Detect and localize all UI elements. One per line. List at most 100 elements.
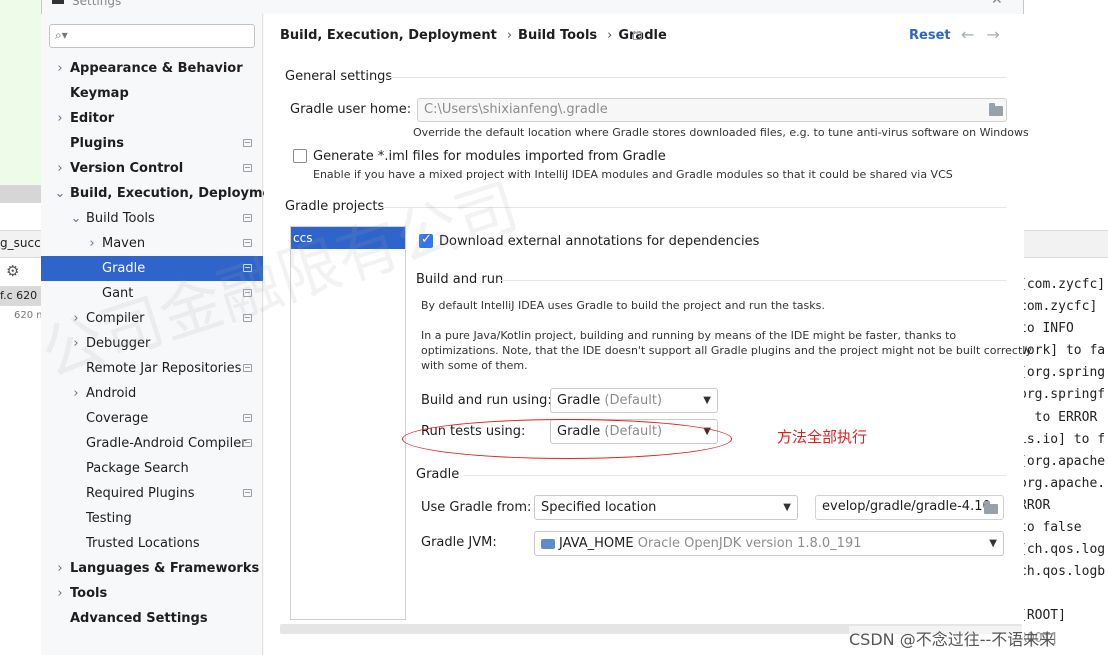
console-line: [org.spring [1024,365,1106,381]
console-line: RROR [1024,497,1051,513]
chevron-right-icon[interactable]: › [70,331,82,356]
sidebar-item-label: Maven [102,236,146,251]
sidebar-item-label: Build Tools [86,211,155,226]
sidebar-item[interactable]: Coverage [41,406,263,431]
close-icon[interactable]: ✕ [991,0,1003,8]
sidebar-item[interactable]: › Editor [41,106,263,131]
gradle-user-home-field[interactable]: C:\Users\shixianfeng\.gradle [417,98,1007,122]
folder-icon[interactable] [989,103,1003,116]
project-scope-icon [243,264,252,272]
console-line: to false [1024,520,1082,536]
build-using-value: Gradle [557,393,601,408]
chevron-right-icon[interactable]: › [70,306,82,331]
project-scope-icon [243,314,252,322]
chevron-right-icon[interactable]: › [54,156,66,181]
sidebar-item-label: Trusted Locations [86,536,200,551]
sidebar-item[interactable]: Testing [41,506,263,531]
sidebar-item-label: Remote Jar Repositories [86,361,242,376]
project-scope-icon [243,164,252,172]
project-scope-icon [243,489,252,497]
build-using-select[interactable]: Gradle (Default) ▼ [550,388,718,413]
gradle-user-home-hint: Override the default location where Grad… [413,126,1029,139]
use-gradle-from-value: Specified location [541,500,657,515]
sidebar-item[interactable]: Keymap [41,81,263,106]
generate-iml-checkbox[interactable] [293,149,307,163]
sidebar-item[interactable]: › Debugger [41,331,263,356]
gradle-section-title: Gradle [416,467,460,482]
sidebar-item[interactable]: › Maven [41,231,263,256]
sidebar-item[interactable]: › Android [41,381,263,406]
chevron-right-icon[interactable]: › [54,556,66,581]
sidebar-item[interactable]: Package Search [41,456,263,481]
project-scope-icon [243,214,252,222]
sidebar-item[interactable]: Remote Jar Repositories [41,356,263,381]
download-annotations-checkbox[interactable] [419,232,433,248]
breadcrumb: Build, Execution, Deployment › Build Tools… [280,28,671,43]
project-scope-icon [243,414,252,422]
search-input[interactable]: ⌕▾ [49,24,255,48]
breadcrumb-separator: › [607,28,613,43]
settings-content: Build, Execution, Deployment › Build Tools… [264,14,1032,655]
chevron-right-icon[interactable]: › [86,231,98,256]
chevron-right-icon[interactable]: › [54,581,66,606]
sidebar-item-label: Coverage [86,411,149,426]
sidebar-item[interactable]: Gradle-Android Compiler [41,431,263,456]
sidebar-item[interactable]: Advanced Settings [41,606,263,631]
chevron-right-icon[interactable]: › [54,56,66,81]
gear-icon[interactable]: ⚙ [6,262,19,280]
console-line: [org.apache [1024,453,1106,469]
console-line: [com.zycfc] [1024,277,1106,292]
folder-icon[interactable] [984,501,998,514]
console-output: [com.zycfc] com.zycfc] to INFO work] to fa… [1024,274,1105,650]
sidebar-item[interactable]: Plugins [41,131,263,156]
sidebar-item[interactable]: Gradle [41,256,263,281]
project-scope-icon [633,32,642,40]
jdk-icon [541,538,555,549]
sidebar-item-label: Gradle [102,261,146,276]
sidebar-item-label: Android [86,386,137,401]
background-ide-right: [com.zycfc] com.zycfc] to INFO work] to fa… [1024,0,1108,655]
chevron-down-icon[interactable]: ⌄ [70,206,82,231]
console-line: ] to ERROR [1024,409,1098,425]
download-annotations-label[interactable]: Download external annotations for depend… [439,234,759,249]
chevron-down-icon[interactable]: ⌄ [54,181,66,206]
back-arrow-icon[interactable]: ← [961,25,986,44]
editor-highlight [0,185,41,203]
generate-iml-label[interactable]: Generate *.iml files for modules importe… [313,149,666,164]
gradle-location-field[interactable]: evelop/gradle/gradle-4.10 [815,495,1004,520]
sidebar-item[interactable]: ⌄ Build, Execution, Deployment [41,181,287,206]
run-tab-label[interactable]: g_succ [0,236,41,250]
sidebar-item[interactable]: Required Plugins [41,481,263,506]
sidebar-item[interactable]: ⌄ Build Tools [41,206,263,231]
sidebar-item[interactable]: › Languages & Frameworks [41,556,263,581]
gradle-jvm-select[interactable]: JAVA_HOME Oracle OpenJDK version 1.8.0_1… [534,531,1004,556]
sidebar-item[interactable]: Trusted Locations [41,531,263,556]
sidebar-item-label: Tools [70,586,108,601]
sidebar-item-label: Languages & Frameworks [70,561,260,576]
chevron-down-icon: ▼ [989,538,997,549]
sidebar-item[interactable]: Gant [41,281,263,306]
use-gradle-from-select[interactable]: Specified location ▼ [534,495,798,520]
run-row-sub: 620 m [14,310,41,321]
sidebar-item[interactable]: › Appearance & Behavior [41,56,263,81]
window-title: Settings [72,0,122,8]
sidebar-item-label: Keymap [70,86,129,101]
sidebar-item-label: Build, Execution, Deployment [70,186,287,201]
gradle-projects-list: ccs [290,226,406,620]
build-run-text: In a pure Java/Kotlin project, building … [421,329,957,342]
project-item[interactable]: ccs [291,227,405,249]
generate-iml-hint: Enable if you have a mixed project with … [313,168,953,181]
gradle-user-home-value: C:\Users\shixianfeng\.gradle [424,102,608,117]
sidebar-item[interactable]: › Tools [41,581,263,606]
gradle-location-value: evelop/gradle/gradle-4.10 [822,499,991,514]
forward-arrow-icon[interactable]: → [986,25,1011,44]
run-row-label: f.c 620 m [0,289,41,302]
sidebar-item[interactable]: › Compiler [41,306,263,331]
reset-button[interactable]: Reset [909,28,951,43]
sidebar-item-label: Appearance & Behavior [70,61,243,76]
csdn-watermark: CSDN @不念过往--不语未来 [849,626,1056,650]
chevron-right-icon[interactable]: › [70,381,82,406]
chevron-right-icon[interactable]: › [54,106,66,131]
sidebar-item[interactable]: › Version Control [41,156,263,181]
gradle-user-home-label: Gradle user home: [290,102,412,117]
